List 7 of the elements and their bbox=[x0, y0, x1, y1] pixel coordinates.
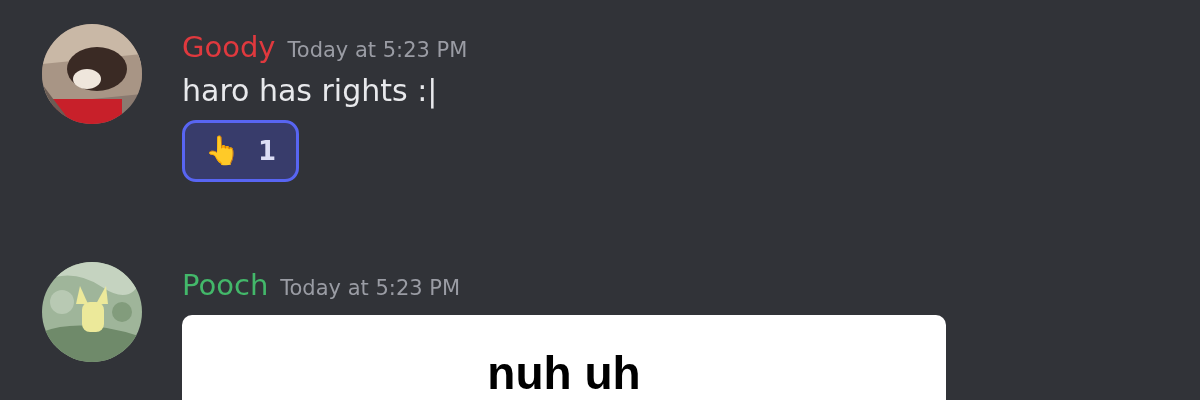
image-attachment[interactable]: nuh uh bbox=[182, 315, 946, 400]
author-name[interactable]: Pooch bbox=[182, 262, 269, 308]
image-caption: nuh uh bbox=[487, 349, 641, 397]
timestamp: Today at 5:23 PM bbox=[280, 275, 461, 302]
timestamp: Today at 5:23 PM bbox=[287, 37, 468, 64]
message-text: haro has rights :| bbox=[182, 72, 439, 111]
reaction-button[interactable]: 👆 1 bbox=[182, 120, 300, 182]
